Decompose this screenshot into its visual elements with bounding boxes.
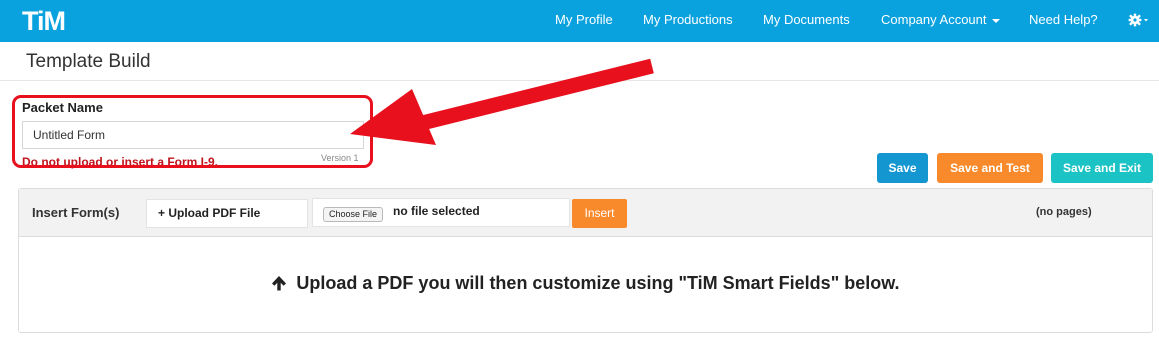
- annotation-highlight-box: [12, 95, 373, 168]
- insert-forms-header: Insert Form(s) + Upload PDF File Choose …: [19, 189, 1152, 237]
- insert-forms-body: Upload a PDF you will then customize usi…: [19, 238, 1152, 332]
- save-and-test-button[interactable]: Save and Test: [937, 153, 1043, 183]
- tim-logo[interactable]: TiM: [22, 4, 66, 38]
- nav-my-documents[interactable]: My Documents: [763, 0, 850, 42]
- nav-my-profile[interactable]: My Profile: [555, 0, 613, 42]
- upload-pdf-button[interactable]: + Upload PDF File: [146, 199, 308, 228]
- nav-need-help[interactable]: Need Help?: [1029, 0, 1098, 42]
- title-divider: [0, 80, 1159, 81]
- choose-file-button[interactable]: Choose File: [323, 207, 384, 222]
- gear-icon[interactable]: [1128, 11, 1148, 31]
- upload-hint: Upload a PDF you will then customize usi…: [19, 273, 1152, 294]
- upload-hint-text: Upload a PDF you will then customize usi…: [296, 273, 900, 293]
- page-title: Template Build: [26, 51, 151, 72]
- file-picker: Choose File no file selected: [312, 198, 570, 227]
- insert-forms-panel: Insert Form(s) + Upload PDF File Choose …: [18, 188, 1153, 333]
- chevron-down-icon: [991, 18, 1000, 23]
- save-button[interactable]: Save: [877, 153, 928, 183]
- arrow-up-icon: [271, 275, 287, 291]
- save-and-exit-button[interactable]: Save and Exit: [1051, 153, 1153, 183]
- insert-button[interactable]: Insert: [572, 199, 627, 228]
- page-count: (no pages): [1036, 206, 1092, 218]
- file-status: no file selected: [393, 204, 480, 218]
- insert-forms-label: Insert Form(s): [32, 205, 120, 220]
- nav-company-account[interactable]: Company Account: [881, 0, 1000, 42]
- nav-company-account-label: Company Account: [881, 12, 987, 27]
- top-navbar: TiM My Profile My Productions My Documen…: [0, 0, 1159, 42]
- nav-my-productions[interactable]: My Productions: [643, 0, 733, 42]
